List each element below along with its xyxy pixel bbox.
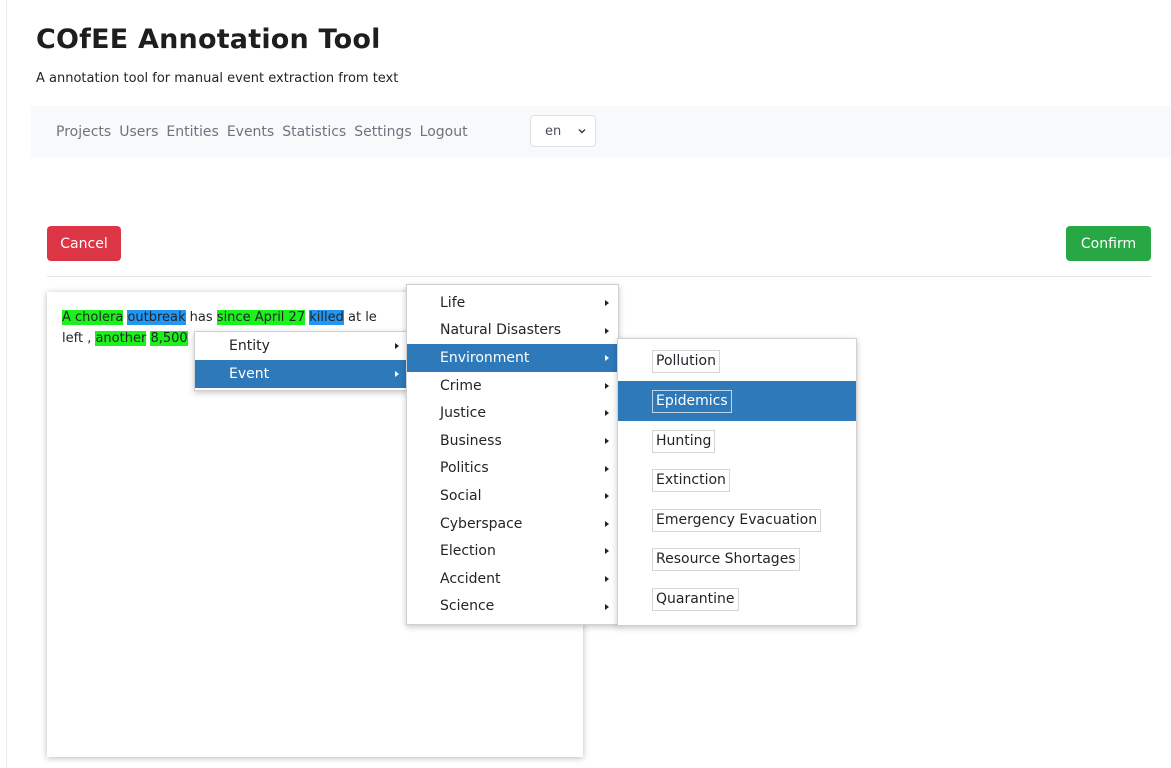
caret-right-icon bbox=[605, 438, 609, 444]
nav-events[interactable]: Events bbox=[227, 124, 274, 140]
menu-item-emergency-evacuation[interactable]: Emergency Evacuation bbox=[618, 500, 856, 540]
caret-right-icon bbox=[605, 493, 609, 500]
caret-right-icon bbox=[395, 371, 399, 377]
menu-item-natural-disasters[interactable]: Natural Disasters bbox=[407, 317, 618, 345]
menu-item-label: Emergency Evacuation bbox=[652, 508, 822, 532]
caret-right-icon bbox=[605, 355, 609, 362]
menu-item-pollution[interactable]: Pollution bbox=[618, 341, 856, 381]
menu-item-label: Election bbox=[440, 543, 496, 560]
caret-right-icon bbox=[605, 548, 609, 555]
caret-right-icon bbox=[605, 382, 609, 389]
nav-logout[interactable]: Logout bbox=[420, 124, 468, 140]
menu-item-epidemics[interactable]: Epidemics bbox=[618, 381, 856, 421]
menu-item-social[interactable]: Social bbox=[407, 482, 618, 510]
menu-item-environment[interactable]: Environment bbox=[407, 344, 618, 372]
menu-item-label: Business bbox=[440, 432, 502, 449]
menu-item-label: Resource Shortages bbox=[652, 547, 800, 571]
menu-item-label: Entity bbox=[229, 338, 270, 354]
menu-item-life[interactable]: Life bbox=[407, 289, 618, 317]
menu-item-label: Extinction bbox=[652, 468, 730, 492]
menu-item-label: Science bbox=[440, 598, 495, 615]
menu-item-extinction[interactable]: Extinction bbox=[618, 460, 856, 500]
app-title: COfEE Annotation Tool bbox=[36, 24, 381, 55]
caret-right-icon bbox=[605, 327, 609, 334]
cancel-button[interactable]: Cancel bbox=[47, 226, 121, 261]
menu-item-quarantine[interactable]: Quarantine bbox=[618, 579, 856, 619]
chevron-down-icon bbox=[578, 129, 586, 134]
nav-projects[interactable]: Projects bbox=[56, 124, 111, 140]
context-menu-environment-events: Pollution Epidemics Hunting Extinction E… bbox=[617, 338, 857, 626]
menu-item-business[interactable]: Business bbox=[407, 427, 618, 455]
context-menu-event-category: Life Natural Disasters Environment Crime… bbox=[406, 284, 619, 625]
caret-right-icon bbox=[605, 576, 609, 582]
caret-right-icon bbox=[605, 410, 609, 417]
token-annotated[interactable]: 8,500 bbox=[150, 331, 188, 346]
language-select[interactable]: en bbox=[530, 115, 596, 147]
menu-item-label: Event bbox=[229, 366, 270, 382]
menu-item-label: Accident bbox=[440, 570, 501, 587]
menu-item-entity[interactable]: Entity bbox=[195, 332, 408, 360]
menu-item-label: Pollution bbox=[652, 349, 720, 373]
page-left-border bbox=[6, 0, 7, 768]
context-menu-annotation-type: Entity Event bbox=[194, 331, 409, 391]
menu-item-justice[interactable]: Justice bbox=[407, 399, 618, 427]
token[interactable]: at le bbox=[348, 310, 377, 325]
menu-item-label: Natural Disasters bbox=[440, 322, 562, 339]
token-annotated[interactable]: another bbox=[95, 331, 147, 346]
nav-users[interactable]: Users bbox=[119, 124, 158, 140]
token[interactable]: left , bbox=[62, 331, 91, 346]
menu-item-politics[interactable]: Politics bbox=[407, 455, 618, 483]
menu-item-label: Crime bbox=[440, 377, 482, 394]
nav-settings[interactable]: Settings bbox=[354, 124, 411, 140]
menu-item-label: Social bbox=[440, 487, 482, 504]
menu-item-label: Politics bbox=[440, 460, 489, 477]
caret-right-icon bbox=[605, 520, 609, 527]
app-subtitle: A annotation tool for manual event extra… bbox=[36, 71, 399, 86]
menu-item-hunting[interactable]: Hunting bbox=[618, 421, 856, 461]
menu-item-label: Justice bbox=[440, 405, 486, 422]
token-annotated[interactable]: since April 27 bbox=[216, 310, 306, 325]
menu-item-label: Environment bbox=[440, 349, 530, 366]
section-divider bbox=[47, 276, 1151, 277]
navbar: Projects Users Entities Events Statistic… bbox=[31, 106, 1171, 157]
menu-item-accident[interactable]: Accident bbox=[407, 565, 618, 593]
token-annotated[interactable]: A cholera bbox=[62, 310, 124, 325]
confirm-button[interactable]: Confirm bbox=[1066, 226, 1151, 261]
token-annotated[interactable]: killed bbox=[309, 310, 344, 325]
nav-statistics[interactable]: Statistics bbox=[282, 124, 346, 140]
caret-right-icon bbox=[395, 343, 399, 349]
menu-item-crime[interactable]: Crime bbox=[407, 372, 618, 400]
nav-links: Projects Users Entities Events Statistic… bbox=[56, 106, 468, 157]
menu-item-science[interactable]: Science bbox=[407, 593, 618, 621]
menu-item-label: Hunting bbox=[652, 429, 716, 453]
menu-item-label: Life bbox=[440, 294, 466, 311]
menu-item-cyberspace[interactable]: Cyberspace bbox=[407, 510, 618, 538]
language-value: en bbox=[545, 123, 562, 139]
menu-item-label: Quarantine bbox=[652, 587, 739, 611]
caret-right-icon bbox=[605, 603, 609, 610]
token[interactable]: has bbox=[190, 310, 213, 325]
token-annotated[interactable]: outbreak bbox=[127, 310, 186, 325]
nav-entities[interactable]: Entities bbox=[166, 124, 218, 140]
menu-item-election[interactable]: Election bbox=[407, 537, 618, 565]
menu-item-label: Epidemics bbox=[652, 389, 732, 413]
menu-item-event[interactable]: Event bbox=[195, 360, 408, 388]
menu-item-label: Cyberspace bbox=[440, 515, 523, 532]
caret-right-icon bbox=[605, 465, 609, 472]
menu-item-resource-shortages[interactable]: Resource Shortages bbox=[618, 539, 856, 579]
caret-right-icon bbox=[605, 300, 609, 306]
